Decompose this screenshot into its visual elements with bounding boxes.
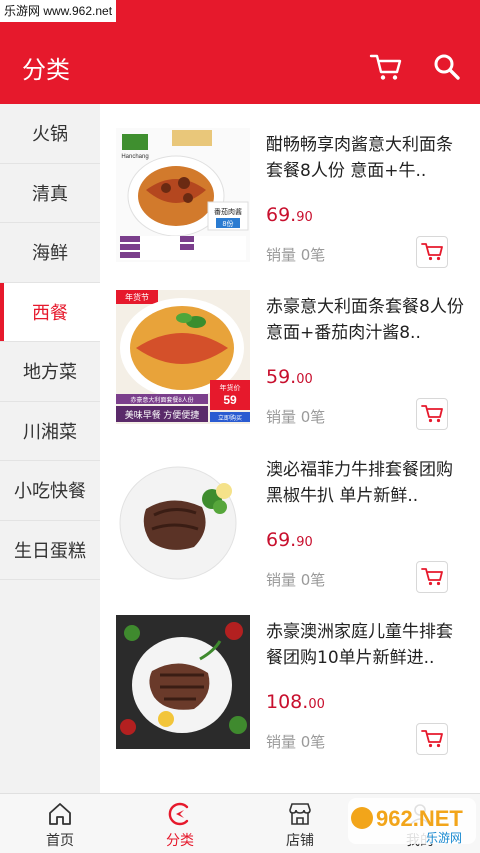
- image-label: 8份: [223, 219, 234, 228]
- product-price: 69.90: [266, 204, 313, 226]
- cart-icon: [421, 730, 443, 748]
- product-name[interactable]: 澳必福菲力牛排套餐团购 黑椒牛扒 单片新鲜..: [266, 457, 466, 509]
- cart-icon: [421, 405, 443, 423]
- product-name[interactable]: 酣畅畅享肉酱意大利面条套餐8人份 意面+牛..: [266, 132, 466, 184]
- home-icon: [49, 803, 71, 825]
- add-to-cart-button[interactable]: [416, 723, 448, 755]
- tab-category[interactable]: 分类: [120, 794, 240, 853]
- sidebar-item-label: 清真: [32, 183, 68, 205]
- promo-price: 59: [223, 393, 237, 407]
- product-image[interactable]: [116, 615, 250, 749]
- sidebar-item-western[interactable]: 西餐: [0, 282, 100, 342]
- watermark: 乐游网 www.962.net: [0, 0, 117, 22]
- promo-tag: 年货节: [125, 292, 149, 302]
- steak-dish-image: [116, 615, 250, 749]
- category-icon: [168, 802, 189, 826]
- pasta-promo-image: 年货节 年货价 59 赤豪意大利面套餐8人份 美味早餐 方便便捷 立即购买: [116, 290, 250, 424]
- sales-count: 销量 0笔: [266, 408, 326, 426]
- steak-plate-image: [116, 453, 250, 587]
- tab-label: 店铺: [286, 833, 314, 849]
- search-icon: [434, 54, 460, 80]
- image-label: 番茄肉酱: [214, 207, 242, 216]
- product-image[interactable]: 年货节 年货价 59 赤豪意大利面套餐8人份 美味早餐 方便便捷 立即购买: [116, 290, 250, 424]
- sales-count: 销量 0笔: [266, 571, 326, 589]
- sidebar-item-hotpot[interactable]: 火锅: [0, 104, 100, 164]
- promo-text: 美味早餐 方便便捷: [125, 409, 200, 420]
- product-image[interactable]: Hanchang 番茄肉酱 8份: [116, 128, 250, 262]
- cart-icon: [421, 243, 443, 261]
- brand-text: Hanchang: [121, 154, 148, 160]
- sidebar-item-label: 川湘菜: [23, 421, 77, 443]
- sidebar-item-local[interactable]: 地方菜: [0, 342, 100, 402]
- product-item[interactable]: 赤豪澳洲家庭儿童牛排套餐团购10单片新鲜进.. 108.00 销量 0笔: [100, 591, 480, 755]
- add-to-cart-button[interactable]: [416, 561, 448, 593]
- cart-icon: [369, 54, 402, 80]
- sidebar-item-label: 生日蛋糕: [14, 540, 86, 562]
- sidebar-item-sichuan-hunan[interactable]: 川湘菜: [0, 402, 100, 461]
- product-list: Hanchang 番茄肉酱 8份 酣畅畅享肉酱意大利面条套餐8人份 意面+牛..…: [100, 104, 480, 793]
- product-image[interactable]: [116, 453, 250, 587]
- store-icon: [289, 803, 311, 825]
- sales-count: 销量 0笔: [266, 733, 326, 751]
- 962-logo: 962.NET 乐游网: [348, 798, 476, 845]
- product-name[interactable]: 赤豪澳洲家庭儿童牛排套餐团购10单片新鲜进..: [266, 619, 466, 671]
- product-name[interactable]: 赤豪意大利面条套餐8人份 意面+番茄肉汁酱8..: [266, 294, 466, 346]
- add-to-cart-button[interactable]: [416, 236, 448, 268]
- product-price: 108.00: [266, 691, 325, 713]
- product-item[interactable]: 年货节 年货价 59 赤豪意大利面套餐8人份 美味早餐 方便便捷 立即购买 赤豪…: [100, 266, 480, 430]
- promo-text: 立即购买: [218, 414, 242, 422]
- product-item[interactable]: Hanchang 番茄肉酱 8份 酣畅畅享肉酱意大利面条套餐8人份 意面+牛..…: [100, 104, 480, 268]
- cart-icon: [421, 568, 443, 586]
- product-price: 59.00: [266, 366, 313, 388]
- app-header: 分类: [0, 24, 480, 104]
- sidebar-item-cake[interactable]: 生日蛋糕: [0, 521, 100, 580]
- tab-label: 分类: [166, 833, 194, 849]
- page-title: 分类: [22, 56, 70, 84]
- sidebar-item-label: 火锅: [32, 124, 68, 146]
- sidebar-item-label: 西餐: [32, 302, 68, 324]
- cart-button[interactable]: [367, 52, 403, 82]
- sidebar-item-halal[interactable]: 清真: [0, 164, 100, 223]
- logo-text: 962.NET: [376, 806, 463, 831]
- sidebar-item-label: 小吃快餐: [14, 481, 86, 503]
- tab-store[interactable]: 店铺: [240, 794, 360, 853]
- tab-label: 首页: [46, 833, 74, 849]
- product-price: 69.90: [266, 529, 313, 551]
- tab-home[interactable]: 首页: [0, 794, 120, 853]
- sidebar-item-label: 海鲜: [32, 243, 68, 265]
- search-button[interactable]: [432, 52, 462, 82]
- promo-text: 赤豪意大利面套餐8人份: [130, 396, 193, 404]
- product-item[interactable]: 澳必福菲力牛排套餐团购 黑椒牛扒 单片新鲜.. 69.90 销量 0笔: [100, 429, 480, 593]
- pasta-plate-image: Hanchang 番茄肉酱 8份: [116, 128, 250, 262]
- promo-label: 年货价: [220, 383, 241, 392]
- sales-count: 销量 0笔: [266, 246, 326, 264]
- sidebar-item-snacks[interactable]: 小吃快餐: [0, 461, 100, 521]
- category-sidebar: 火锅 清真 海鲜 西餐 地方菜 川湘菜 小吃快餐 生日蛋糕: [0, 104, 100, 793]
- add-to-cart-button[interactable]: [416, 398, 448, 430]
- logo-sub: 乐游网: [426, 831, 462, 845]
- sidebar-item-label: 地方菜: [23, 362, 77, 384]
- sidebar-item-seafood[interactable]: 海鲜: [0, 223, 100, 283]
